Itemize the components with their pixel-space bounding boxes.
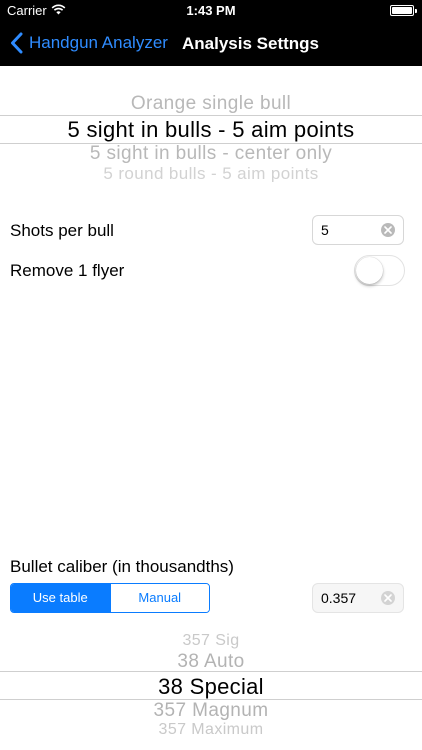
back-button-label: Handgun Analyzer [29,33,168,52]
picker-option[interactable]: 357 Sig [0,632,422,650]
picker-selection-line [0,115,422,116]
caliber-picker[interactable]: 357 Sig 38 Auto 38 Special 357 Magnum 35… [0,628,422,750]
picker-option[interactable]: 38 Auto [0,651,422,673]
navigation-bar: Handgun Analyzer Analysis Settngs [0,22,422,66]
clear-icon[interactable] [381,591,395,605]
chevron-left-icon [11,32,23,54]
status-bar: Carrier 1:43 PM [0,0,422,22]
picker-option[interactable]: 357 Magnum [0,700,422,722]
segment-use-table[interactable]: Use table [11,584,110,612]
caliber-value: 0.357 [321,590,357,606]
x-icon [384,594,392,602]
picker-option[interactable]: 357 Maximum [0,721,422,739]
battery-fill [392,7,412,14]
target-type-picker[interactable]: Orange single bull 5 sight in bulls - 5 … [0,86,422,182]
status-time: 1:43 PM [186,3,236,18]
shots-per-bull-input[interactable]: 5 [312,215,404,245]
back-button[interactable]: Handgun Analyzer [10,32,168,54]
clear-icon[interactable] [381,223,395,237]
caliber-mode-segmented-control[interactable]: Use table Manual [10,583,210,613]
bullet-caliber-label: Bullet caliber (in thousandths) [10,557,234,576]
shots-per-bull-label: Shots per bull [10,221,114,240]
picker-option-selected[interactable]: 38 Special [0,674,422,700]
remove-flyer-toggle[interactable] [354,255,405,286]
picker-selection-line [0,671,422,672]
picker-option[interactable]: 5 round bulls - 5 aim points [0,164,422,182]
x-icon [384,226,392,234]
picker-option[interactable]: Orange single bull [0,93,422,115]
remove-flyer-label: Remove 1 flyer [10,261,125,280]
segment-manual[interactable]: Manual [109,584,209,612]
toggle-knob [356,257,383,284]
caliber-value-input[interactable]: 0.357 [312,583,404,613]
page-title: Analysis Settngs [182,34,319,53]
shots-per-bull-value: 5 [321,222,329,238]
picker-option[interactable]: 5 sight in bulls - center only [0,143,422,165]
picker-option-selected[interactable]: 5 sight in bulls - 5 aim points [0,117,422,143]
top-bar: Carrier 1:43 PM Handgun Analyzer Analysi… [0,0,422,66]
battery-nub [415,9,417,13]
battery-icon [390,5,417,16]
